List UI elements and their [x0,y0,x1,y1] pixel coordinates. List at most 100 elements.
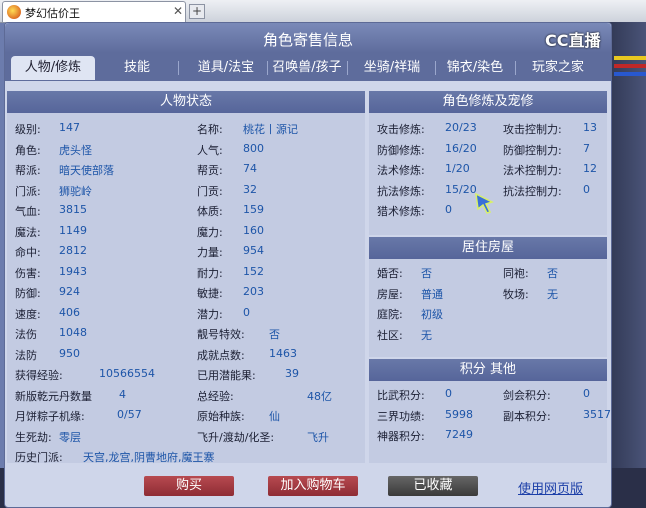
stat-value: 800 [243,141,264,155]
browser-tab[interactable]: 梦幻估价王 ✕ [2,1,186,22]
stat-label: 攻击控制力: [503,123,562,136]
stat-value: 无 [421,328,432,342]
stat-value: 天宫,龙宫,阴曹地府,魔王寨 [83,451,215,464]
stat-label: 月饼粽子机缘: [15,410,85,423]
stat-label: 法防 [15,348,37,362]
stat-value: 74 [243,162,257,175]
mouse-cursor-icon [475,192,494,214]
stat-value: 2812 [59,244,87,257]
housing-section: 居住房屋 婚否: 否同袍: 否房屋: 普通 牧场: 无庭院: 初级 社区: 无 [369,237,607,357]
stat-value: 无 [547,287,558,301]
stat-value: 飞升 [307,430,329,444]
stat-value: 48亿 [307,389,332,403]
tab-bar: 人物/修炼 技能 道具/法宝 召唤兽/孩子 坐骑/祥瑞 锦衣/染色 玩家之家 [5,53,611,81]
stat-label: 副本积分: [503,409,551,423]
favorited-button[interactable]: 已收藏 [388,476,478,496]
tab-outfits[interactable]: 锦衣/染色 [437,56,513,80]
stat-label: 获得经验: [15,369,63,382]
consignment-panel: 角色寄售信息 CC直播 人物/修炼 技能 道具/法宝 召唤兽/孩子 坐骑/祥瑞 … [4,22,612,508]
stat-label: 成就点数: [197,348,245,362]
stat-value: 954 [243,244,264,257]
stat-value: 950 [59,346,80,360]
close-tab-icon[interactable]: ✕ [173,4,183,18]
character-status-section: 人物状态 级别: 147 角色: 虎头怪 帮派: 暗天使部落 门派: 狮驼岭 气血: 3815 魔法… [7,91,365,464]
stat-value: 13 [583,121,597,134]
stat-value: 1048 [59,326,87,339]
stat-value: 0 [583,387,590,400]
tab-player-home[interactable]: 玩家之家 [519,56,597,80]
stat-label: 帮派: [15,164,41,177]
stat-label: 力量: [197,246,223,259]
stat-label: 名称: [197,123,223,136]
stat-value: 0 [445,387,452,400]
stat-value: 147 [59,121,80,134]
stat-value: 12 [583,162,597,175]
tab-items[interactable]: 道具/法宝 [185,56,267,80]
stat-value: 3517 [583,407,611,421]
stat-value: 暗天使部落 [59,164,114,177]
web-version-link[interactable]: 使用网页版 [518,478,583,497]
game-status-bar [614,56,646,60]
stat-label: 剑会积分: [503,389,551,402]
stat-label: 耐力: [197,266,223,280]
stat-value: 仙 [269,410,280,423]
stat-value: 39 [285,367,299,380]
stat-value: 924 [59,285,80,298]
section-title: 积分 其他 [369,359,607,381]
stat-value: 3815 [59,203,87,216]
stat-value: 否 [547,267,558,280]
stat-label: 法伤 [15,328,37,341]
stat-label: 角色: [15,143,41,157]
stat-value: 203 [243,285,264,298]
stat-value: 1149 [59,223,87,237]
stat-label: 靓号特效: [197,328,245,341]
stat-label: 气血: [15,205,41,218]
stat-value: 1/20 [445,162,470,175]
stat-label: 防御控制力: [503,143,562,157]
stat-label: 防御修炼: [377,143,425,157]
stat-label: 命中: [15,246,41,259]
stat-label: 级别: [15,123,41,136]
stat-label: 原始种族: [197,410,245,423]
tab-divider [515,61,516,75]
browser-tab-title: 梦幻估价王 [25,7,80,20]
stat-label: 婚否: [377,267,403,280]
stat-value: 16/20 [445,141,477,155]
tab-skills[interactable]: 技能 [105,56,169,80]
stat-value: 10566554 [99,367,155,380]
stat-value: 7249 [445,428,473,441]
stat-label: 神器积分: [377,430,425,443]
section-title: 角色修炼及宠修 [369,91,607,113]
new-tab-button[interactable]: + [189,4,205,19]
stat-value: 初级 [421,308,443,321]
stat-value: 159 [243,203,264,216]
stat-label: 生死劫: [15,430,52,444]
stat-value: 0 [583,182,590,196]
points-section: 积分 其他 比武积分: 0 剑会积分: 0 三界功绩: 5998 副本积分: 3517 神器积分… [369,359,611,463]
stat-value: 32 [243,182,257,196]
buy-button[interactable]: 购买 [144,476,234,496]
stat-value: 152 [243,264,264,278]
panel-title: 角色寄售信息 [262,31,353,49]
game-status-bar [614,64,646,68]
stat-label: 帮贡: [197,164,223,177]
stat-value: 虎头怪 [59,143,92,157]
stat-value: 15/20 [445,182,477,196]
stat-label: 抗法修炼: [377,184,425,198]
stat-label: 已用潜能果: [197,369,256,382]
stat-value: 20/23 [445,121,477,134]
stat-label: 同袍: [503,267,529,280]
stat-label: 法术控制力: [503,164,562,177]
stat-label: 社区: [377,328,403,342]
stat-label: 新版乾元丹数量 [15,389,92,403]
add-to-cart-button[interactable]: 加入购物车 [268,476,358,496]
tab-pets[interactable]: 召唤兽/孩子 [267,56,347,80]
stat-value: 0 [243,305,250,319]
stat-value: 狮驼岭 [59,184,92,198]
tab-mounts[interactable]: 坐骑/祥瑞 [351,56,433,80]
stat-value: 零层 [59,430,81,444]
panel-header: 角色寄售信息 CC直播 [5,23,611,53]
tab-character[interactable]: 人物/修炼 [11,56,95,80]
stat-value: 0/57 [117,408,142,421]
stat-value: 否 [269,328,280,341]
